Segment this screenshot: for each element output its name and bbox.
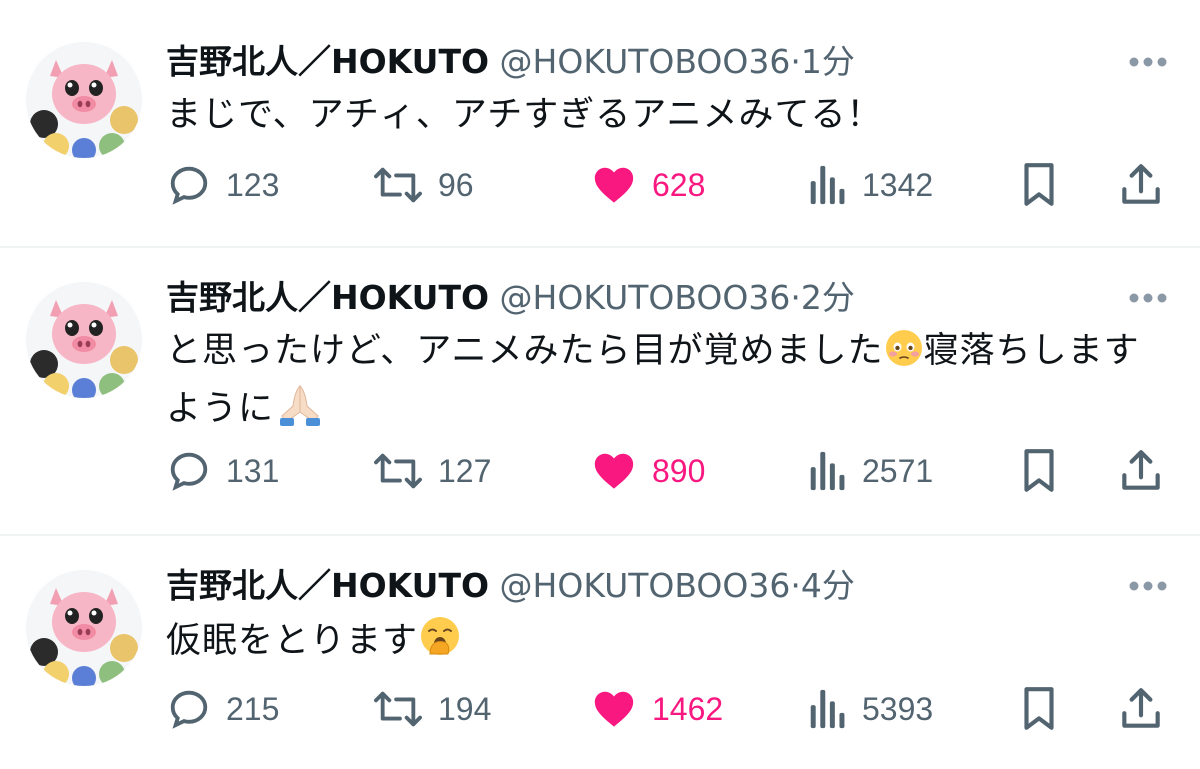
like-count: 890: [652, 452, 706, 489]
display-name[interactable]: 吉野北人／HOKUTO: [166, 42, 489, 81]
reply-count: 123: [226, 166, 280, 203]
bookmark-icon[interactable]: [1014, 684, 1064, 734]
timestamp[interactable]: 1分: [801, 42, 855, 81]
user-handle[interactable]: @HOKUTOBOO36: [500, 566, 791, 605]
views-icon: [810, 689, 845, 729]
display-name[interactable]: 吉野北人／HOKUTO: [166, 278, 489, 317]
avatar[interactable]: [26, 42, 142, 158]
separator-dot: ·: [790, 42, 801, 81]
tweet-header: 吉野北人／HOKUTO @HOKUTOBOO36·4分: [166, 566, 855, 606]
tweet-text-segment: 仮眠をとります: [166, 621, 419, 661]
tweet-text: まじで、アチィ、アチすぎるアニメみてる！: [166, 90, 1176, 140]
reply-icon: [170, 452, 208, 491]
retweet-button[interactable]: 96: [372, 160, 474, 210]
heart-icon: [594, 453, 634, 489]
reply-button[interactable]: 131: [166, 446, 279, 496]
share-icon[interactable]: [1116, 160, 1166, 210]
pig-avatar-icon: [26, 42, 142, 158]
timestamp[interactable]: 2分: [801, 278, 855, 317]
tweet-header: 吉野北人／HOKUTO @HOKUTOBOO36·2分: [166, 278, 855, 318]
separator-dot: ·: [790, 566, 801, 605]
heart-icon: [594, 691, 634, 727]
tweet-text: と思ったけど、アニメみたら目が覚めました 寝落ちします ように: [166, 326, 1176, 440]
view-count: 5393: [862, 690, 934, 727]
tweet[interactable]: 吉野北人／HOKUTO @HOKUTOBOO36·2分 と思ったけど、アニメみた…: [0, 248, 1200, 536]
tweet-actions: 123 96 628 1342: [0, 160, 1200, 210]
views-button[interactable]: 2571: [806, 446, 933, 496]
reply-icon: [170, 690, 208, 729]
more-options-icon[interactable]: [1126, 50, 1170, 74]
retweet-count: 127: [438, 452, 492, 489]
like-button[interactable]: 890: [590, 446, 705, 496]
pig-avatar-icon: [26, 570, 142, 686]
retweet-icon: [374, 691, 422, 727]
retweet-count: 96: [438, 166, 474, 203]
share-icon[interactable]: [1116, 446, 1166, 496]
folded-hands-emoji: [274, 382, 326, 440]
more-options-icon[interactable]: [1126, 574, 1170, 598]
tweet-text-segment: ように: [166, 389, 275, 429]
yawning-face-emoji: [418, 614, 462, 672]
tweet-header: 吉野北人／HOKUTO @HOKUTOBOO36·1分: [166, 42, 855, 82]
tweet-text-segment: 寝落ちします: [923, 331, 1140, 371]
views-button[interactable]: 5393: [806, 684, 933, 734]
user-handle[interactable]: @HOKUTOBOO36: [500, 278, 791, 317]
reply-count: 215: [226, 690, 280, 727]
like-button[interactable]: 628: [590, 160, 705, 210]
retweet-icon: [374, 453, 422, 489]
avatar[interactable]: [26, 282, 142, 398]
tweet[interactable]: 吉野北人／HOKUTO @HOKUTOBOO36·1分 まじで、アチィ、アチすぎ…: [0, 0, 1200, 248]
like-count: 628: [652, 166, 706, 203]
bookmark-icon[interactable]: [1014, 446, 1064, 496]
views-icon: [810, 165, 845, 205]
more-options-icon[interactable]: [1126, 286, 1170, 310]
reply-button[interactable]: 215: [166, 684, 279, 734]
views-icon: [810, 451, 845, 491]
heart-icon: [594, 167, 634, 203]
bookmark-icon[interactable]: [1014, 160, 1064, 210]
tweet-text-segment: と思ったけど、アニメみたら目が覚めました: [166, 331, 884, 371]
view-count: 1342: [862, 166, 934, 203]
like-button[interactable]: 1462: [590, 684, 723, 734]
tweet-text: 仮眠をとります: [166, 614, 1176, 672]
reply-button[interactable]: 123: [166, 160, 279, 210]
avatar[interactable]: [26, 570, 142, 686]
user-handle[interactable]: @HOKUTOBOO36: [500, 42, 791, 81]
timestamp[interactable]: 4分: [801, 566, 855, 605]
display-name[interactable]: 吉野北人／HOKUTO: [166, 566, 489, 605]
separator-dot: ·: [790, 278, 801, 317]
reply-count: 131: [226, 452, 280, 489]
retweet-icon: [374, 167, 422, 203]
retweet-count: 194: [438, 690, 492, 727]
view-count: 2571: [862, 452, 934, 489]
tweet-actions: 215 194 1462 5393: [0, 684, 1200, 734]
tweet-text-line: まじで、アチィ、アチすぎるアニメみてる！: [166, 95, 883, 135]
share-icon[interactable]: [1116, 684, 1166, 734]
reply-icon: [170, 166, 208, 205]
retweet-button[interactable]: 127: [372, 446, 491, 496]
tweet-actions: 131 127 890 2571: [0, 446, 1200, 496]
like-count: 1462: [652, 690, 724, 727]
pig-avatar-icon: [26, 282, 142, 398]
flushed-face-emoji: [884, 328, 924, 382]
tweet[interactable]: 吉野北人／HOKUTO @HOKUTOBOO36·4分 仮眠をとります 215: [0, 536, 1200, 769]
retweet-button[interactable]: 194: [372, 684, 491, 734]
views-button[interactable]: 1342: [806, 160, 933, 210]
